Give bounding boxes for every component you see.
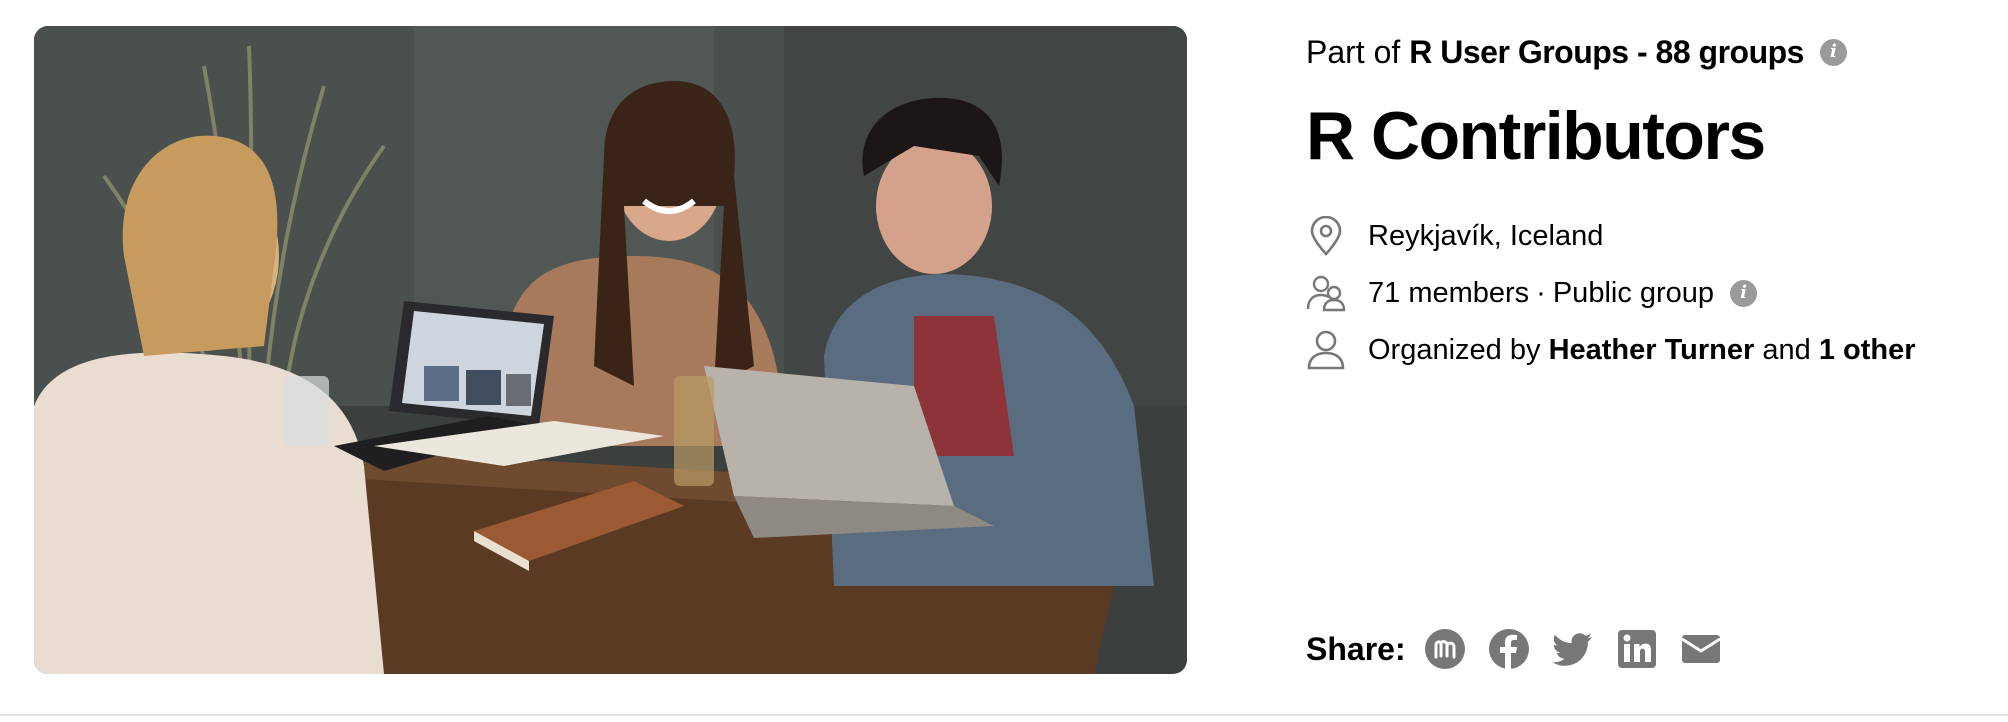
organized-by-label: Organized by <box>1368 334 1541 366</box>
visibility-text: Public group <box>1552 277 1715 309</box>
email-icon[interactable] <box>1680 628 1722 670</box>
network-link[interactable]: R User Groups - 88 groups <box>1409 32 1804 72</box>
person-icon <box>1306 329 1346 371</box>
organized-and: and <box>1762 334 1811 366</box>
twitter-icon[interactable] <box>1551 628 1594 670</box>
meetup-icon[interactable] <box>1424 628 1466 670</box>
other-organizers-link[interactable]: 1 other <box>1819 330 1916 370</box>
members-icon <box>1306 272 1346 314</box>
organizer-row: Organized by Heather Turner and 1 other <box>1306 329 1916 371</box>
facebook-icon[interactable] <box>1488 628 1530 670</box>
section-divider <box>0 714 2008 716</box>
separator-dot: · <box>1536 277 1546 309</box>
organizer-link[interactable]: Heather Turner <box>1549 330 1755 370</box>
members-row: 71 members · Public group i <box>1306 272 1758 314</box>
info-icon[interactable]: i <box>1730 279 1758 307</box>
location-text[interactable]: Reykjavík, Iceland <box>1368 216 1603 256</box>
linkedin-icon[interactable] <box>1616 628 1658 670</box>
share-bar: Share: <box>1306 628 1744 670</box>
share-label: Share: <box>1306 630 1406 667</box>
location-pin-icon <box>1306 215 1346 257</box>
network-line: Part of R User Groups - 88 groups i <box>1306 32 1847 72</box>
members-count[interactable]: 71 members <box>1368 273 1529 313</box>
group-cover-photo <box>34 26 1187 674</box>
group-title: R Contributors <box>1306 98 1766 174</box>
location-row: Reykjavík, Iceland <box>1306 215 1603 257</box>
info-icon[interactable]: i <box>1819 38 1847 66</box>
part-of-label: Part of <box>1306 34 1401 70</box>
